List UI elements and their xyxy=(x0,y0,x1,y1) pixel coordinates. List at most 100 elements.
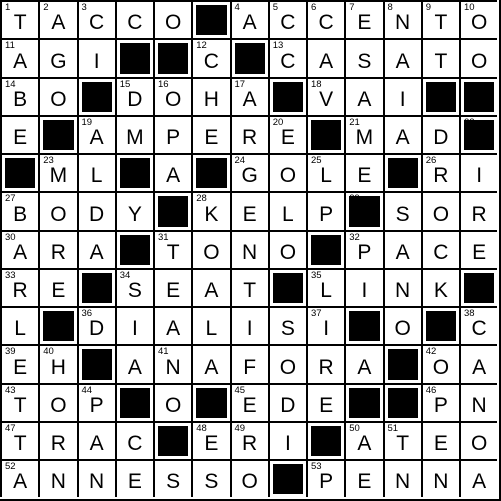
grid-cell[interactable]: E xyxy=(153,267,192,306)
grid-cell[interactable]: A xyxy=(459,459,498,498)
grid-cell[interactable]: R xyxy=(229,114,268,153)
grid-cell[interactable]: 38 C xyxy=(459,306,498,345)
grid-cell[interactable]: 18 V xyxy=(306,76,345,115)
grid-cell[interactable]: 23 M xyxy=(38,153,77,192)
grid-cell[interactable]: I xyxy=(459,153,498,192)
grid-cell[interactable]: T xyxy=(420,38,459,77)
grid-cell[interactable]: R xyxy=(306,344,345,383)
grid-cell[interactable]: 20 E xyxy=(267,114,306,153)
grid-cell[interactable]: A xyxy=(382,38,421,77)
grid-cell[interactable]: O xyxy=(229,459,268,498)
grid-cell[interactable]: E xyxy=(344,459,383,498)
grid-cell[interactable]: O xyxy=(191,229,230,268)
grid-cell[interactable]: 21 M xyxy=(344,114,383,153)
grid-cell[interactable]: O xyxy=(153,382,192,421)
grid-cell[interactable]: 26 R xyxy=(420,153,459,192)
grid-cell[interactable]: 51 T xyxy=(382,420,421,459)
grid-cell[interactable]: D xyxy=(76,191,115,230)
grid-cell[interactable]: O xyxy=(382,306,421,345)
grid-cell[interactable]: O xyxy=(420,191,459,230)
grid-cell[interactable]: 46 P xyxy=(420,382,459,421)
grid-cell[interactable]: O xyxy=(267,344,306,383)
grid-cell[interactable]: N xyxy=(459,382,498,421)
grid-cell[interactable]: 6C xyxy=(306,0,345,39)
grid-cell[interactable]: N xyxy=(382,267,421,306)
grid-cell[interactable]: 39 E xyxy=(0,344,39,383)
grid-cell[interactable]: A xyxy=(76,229,115,268)
grid-cell[interactable]: S xyxy=(382,191,421,230)
grid-cell[interactable]: 34 S xyxy=(114,267,153,306)
grid-cell[interactable]: N xyxy=(76,459,115,498)
grid-cell[interactable]: E xyxy=(344,153,383,192)
grid-cell[interactable]: 27 B xyxy=(0,191,39,230)
grid-cell[interactable]: F xyxy=(229,344,268,383)
grid-cell[interactable]: I xyxy=(382,76,421,115)
grid-cell[interactable]: 49 R xyxy=(229,420,268,459)
grid-cell[interactable]: C xyxy=(114,0,153,39)
grid-cell[interactable]: O xyxy=(459,420,498,459)
grid-cell[interactable]: 47 T xyxy=(0,420,39,459)
grid-cell[interactable]: 45 E xyxy=(229,382,268,421)
grid-cell[interactable]: A xyxy=(191,344,230,383)
grid-cell[interactable]: A xyxy=(191,267,230,306)
grid-cell[interactable]: A xyxy=(382,229,421,268)
grid-cell[interactable]: K xyxy=(420,267,459,306)
grid-cell[interactable]: S xyxy=(344,38,383,77)
grid-cell[interactable]: R xyxy=(38,229,77,268)
grid-cell[interactable]: A xyxy=(306,38,345,77)
grid-cell[interactable]: A xyxy=(153,153,192,192)
grid-cell[interactable]: 25 L xyxy=(306,153,345,192)
grid-cell[interactable]: 2A xyxy=(38,0,77,39)
grid-cell[interactable]: 32 P xyxy=(344,229,383,268)
grid-cell[interactable]: 3C xyxy=(76,0,115,39)
grid-cell[interactable]: E xyxy=(114,459,153,498)
grid-cell[interactable]: L xyxy=(267,191,306,230)
grid-cell[interactable]: 1T xyxy=(0,0,39,39)
grid-cell[interactable]: 35 L xyxy=(306,267,345,306)
grid-cell[interactable]: S xyxy=(267,306,306,345)
grid-cell[interactable]: 10 O xyxy=(459,0,498,39)
grid-cell[interactable]: 48 E xyxy=(191,420,230,459)
grid-cell[interactable]: A xyxy=(344,76,383,115)
grid-cell[interactable]: 19 A xyxy=(76,114,115,153)
grid-cell[interactable]: E xyxy=(420,420,459,459)
grid-cell[interactable]: C xyxy=(420,229,459,268)
grid-cell[interactable]: O xyxy=(38,76,77,115)
grid-cell[interactable]: P xyxy=(153,114,192,153)
grid-cell[interactable]: 52 A xyxy=(0,459,39,498)
grid-cell[interactable]: S xyxy=(191,459,230,498)
grid-cell[interactable]: O xyxy=(267,153,306,192)
grid-cell[interactable]: 11 A xyxy=(0,38,39,77)
grid-cell[interactable]: E xyxy=(0,114,39,153)
grid-cell[interactable]: N xyxy=(382,459,421,498)
grid-cell[interactable]: H xyxy=(191,76,230,115)
grid-cell[interactable]: N xyxy=(38,459,77,498)
grid-cell[interactable]: 13 C xyxy=(267,38,306,77)
grid-cell[interactable]: O xyxy=(459,38,498,77)
grid-cell[interactable]: O xyxy=(38,382,77,421)
grid-cell[interactable]: L xyxy=(76,153,115,192)
grid-cell[interactable]: 12 C xyxy=(191,38,230,77)
grid-cell[interactable]: 42 O xyxy=(420,344,459,383)
grid-cell[interactable]: L xyxy=(0,306,39,345)
grid-cell[interactable]: A xyxy=(382,114,421,153)
grid-cell[interactable]: I xyxy=(267,420,306,459)
grid-cell[interactable]: 36 D xyxy=(76,306,115,345)
grid-cell[interactable]: 7E xyxy=(344,0,383,39)
grid-cell[interactable]: 16 O xyxy=(153,76,192,115)
grid-cell[interactable]: M xyxy=(114,114,153,153)
grid-cell[interactable]: E xyxy=(38,267,77,306)
grid-cell[interactable]: I xyxy=(114,306,153,345)
grid-cell[interactable]: 41 N xyxy=(153,344,192,383)
grid-cell[interactable]: N xyxy=(420,459,459,498)
grid-cell[interactable]: I xyxy=(229,306,268,345)
grid-cell[interactable]: R xyxy=(459,191,498,230)
grid-cell[interactable]: I xyxy=(76,38,115,77)
grid-cell[interactable]: 14 B xyxy=(0,76,39,115)
grid-cell[interactable]: A xyxy=(459,344,498,383)
grid-cell[interactable]: N xyxy=(229,229,268,268)
grid-cell[interactable]: 43 T xyxy=(0,382,39,421)
grid-cell[interactable]: C xyxy=(114,420,153,459)
grid-cell[interactable]: 15 D xyxy=(114,76,153,115)
grid-cell[interactable]: E xyxy=(229,191,268,230)
